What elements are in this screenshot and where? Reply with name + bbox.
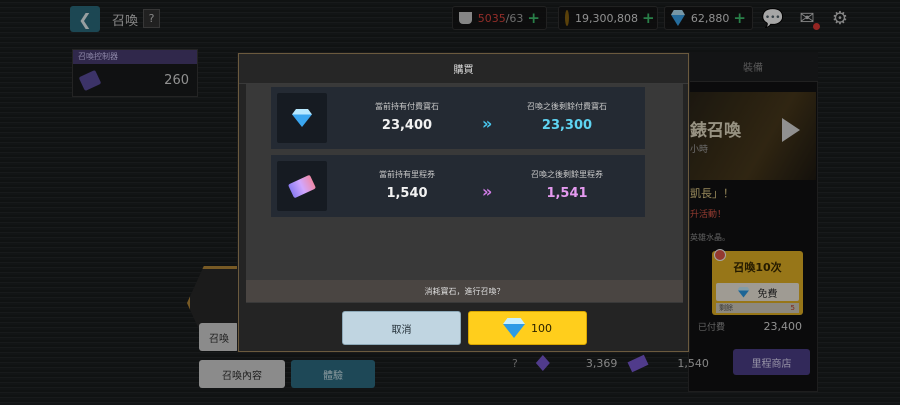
mileage-ticket-comparison-row: 當前持有里程券 1,540 » 召喚之後剩餘里程券 1,541: [271, 155, 645, 217]
ticket-icon-box: [277, 161, 327, 211]
after-tickets-value: 1,541: [546, 186, 588, 201]
gem-icon-box: [277, 93, 327, 143]
current-gems-value: 23,400: [381, 118, 433, 133]
purchase-dialog: 購買 當前持有付費寶石 23,400 » 召喚之後剩餘付費寶石 23,300 當…: [238, 53, 689, 352]
after-gems-label: 召喚之後剩餘付費寶石: [527, 102, 607, 111]
confirm-prompt: 消耗寶石，進行召喚？: [246, 280, 683, 302]
current-tickets-value: 1,540: [386, 186, 428, 201]
after-tickets-label: 召喚之後剩餘里程券: [531, 170, 603, 179]
cancel-button[interactable]: 取消: [342, 311, 461, 345]
confirm-cost: 100: [531, 321, 552, 335]
dialog-title: 購買: [239, 54, 688, 84]
double-arrow-icon: »: [482, 182, 493, 201]
ticket-icon: [287, 174, 317, 198]
current-tickets-label: 當前持有里程券: [379, 170, 435, 179]
current-gems-label: 當前持有付費寶石: [375, 102, 439, 111]
gem-icon: [292, 109, 312, 127]
after-gems-value: 23,300: [541, 118, 593, 133]
paid-gem-comparison-row: 當前持有付費寶石 23,400 » 召喚之後剩餘付費寶石 23,300: [271, 87, 645, 149]
confirm-summon-button[interactable]: 100: [468, 311, 587, 345]
double-arrow-icon: »: [482, 114, 493, 133]
gem-icon: [503, 318, 525, 338]
